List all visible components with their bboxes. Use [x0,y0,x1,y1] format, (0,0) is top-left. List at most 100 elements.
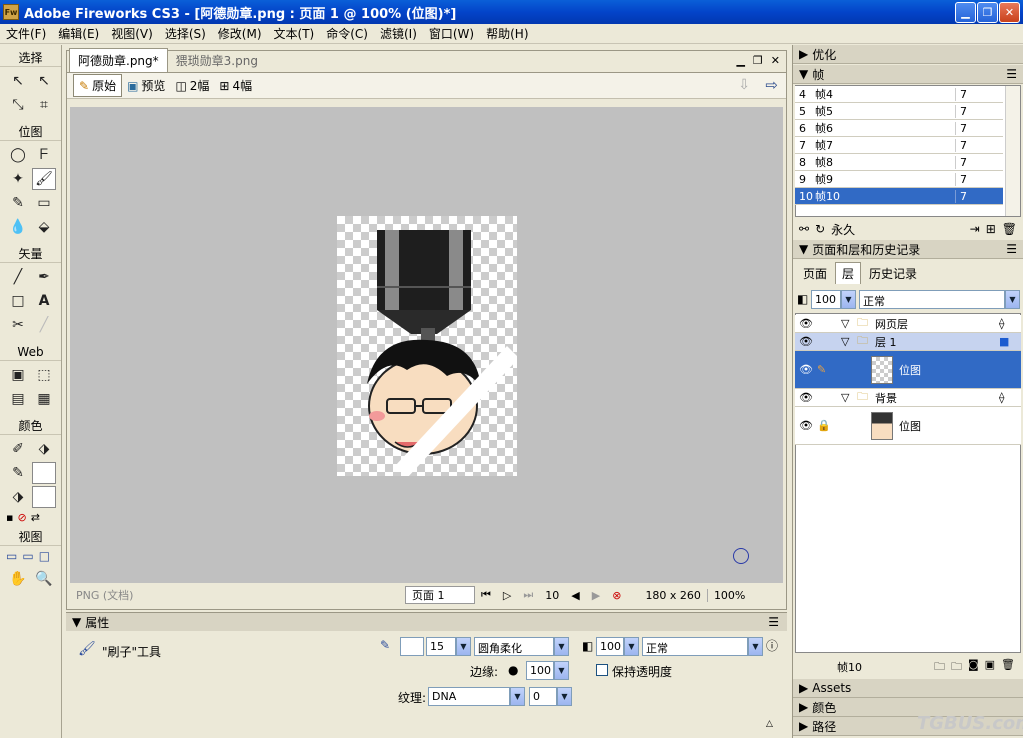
frame-row[interactable]: 9 帧9 7 [795,171,1003,188]
page-selector[interactable]: 页面 1 [405,586,475,604]
optimize-panel-header[interactable]: ▶ 优化 [793,45,1023,64]
blend-mode-dropdown-icon[interactable]: ▼ [748,637,763,656]
canvas-area[interactable] [70,107,783,583]
add-mask-icon[interactable]: ◙ [968,658,979,677]
scale-tool-icon[interactable]: ⤡ [6,94,30,116]
delete-frame-icon[interactable]: 🗑 [1002,222,1017,236]
eye-icon[interactable]: 👁 [795,317,817,330]
layer-blend-select[interactable]: 正常 [859,290,1005,309]
doc-restore-icon[interactable]: ❐ [753,54,763,67]
view-original-button[interactable]: ✎ 原始 [73,74,123,97]
slice-tool-icon[interactable]: ⬚ [32,364,56,386]
text-tool-icon[interactable]: A [32,290,56,312]
view-preview-button[interactable]: ▣ 预览 [122,75,170,96]
no-color-icon[interactable]: ⊘ [17,511,26,524]
next-frame-icon[interactable]: ▶ [586,589,606,602]
layer-row-background[interactable]: 👁 ▽ 🗀 背景 ⟠ [795,389,1021,407]
tab-history[interactable]: 历史记录 [863,263,923,284]
texture-amount-dropdown-icon[interactable]: ▼ [557,687,572,706]
frame-row[interactable]: 5 帧5 7 [795,103,1003,120]
stroke-type-select[interactable]: 圆角柔化 [474,637,554,656]
edge-dropdown-icon[interactable]: ▼ [554,661,569,680]
frame-row[interactable]: 4 帧4 7 [795,86,1003,103]
frame-row[interactable]: 8 帧8 7 [795,154,1003,171]
eye-icon[interactable]: 👁 [795,419,817,432]
freeform-tool-icon[interactable]: ╱ [32,314,56,336]
swap-colors-icon[interactable]: ⇄ [31,511,40,524]
stroke-size-input[interactable]: 15 [426,637,456,656]
stroke-size-dropdown-icon[interactable]: ▼ [456,637,471,656]
frame-row[interactable]: 6 帧6 7 [795,120,1003,137]
fill-color-swatch[interactable] [32,486,56,508]
help-icon[interactable]: ⓘ [766,637,778,654]
tab-layers[interactable]: 层 [835,262,862,284]
layer-opacity-input[interactable]: 100 [811,290,841,309]
loop-setting[interactable]: 永久 [831,221,855,238]
stop-icon[interactable]: ⊗ [606,589,627,602]
properties-header[interactable]: ▼ 属性 ☰ [66,613,787,631]
view-2up-button[interactable]: ◫ 2幅 [170,75,214,96]
menu-window[interactable]: 窗口(W) [423,25,480,42]
layers-menu-icon[interactable]: ☰ [1006,242,1017,256]
menu-commands[interactable]: 命令(C) [320,25,374,42]
edge-value-input[interactable]: 100 [526,661,554,680]
doc-tab-active[interactable]: 阿德勋章.png* [69,48,168,72]
maximized-screen-mode-icon[interactable]: ▭ [22,549,33,563]
distribute-frames-icon[interactable]: ⇥ [970,222,980,236]
magic-wand-tool-icon[interactable]: ✦ [6,168,30,190]
lasso-tool-icon[interactable]: ᖴ [32,144,56,166]
layer-row-web-layer[interactable]: 👁 ▽ 🗀 网页层 ⟠ [795,315,1021,333]
blend-mode-select[interactable]: 正常 [642,637,748,656]
view-4up-button[interactable]: ⊞ 4幅 [214,75,257,96]
expand-triangle-icon[interactable]: ▽ [841,317,857,330]
default-colors-icon[interactable]: ▪ [6,511,13,524]
delete-layer-icon[interactable]: 🗑 [1001,658,1015,677]
new-layer-icon[interactable]: 🗀 [951,658,962,677]
frames-panel-header[interactable]: ▼ 帧 ☰ [793,65,1023,84]
layer-blend-dropdown-icon[interactable]: ▼ [1005,290,1020,309]
new-bitmap-icon[interactable]: ▣ [985,658,995,677]
export-icon[interactable]: ⇨ [765,76,778,94]
zoom-tool-icon[interactable]: 🔍 [32,568,56,590]
quick-export-icon[interactable]: ⇩ [738,77,750,93]
restore-button[interactable]: ❐ [977,2,998,23]
doc-tab-inactive[interactable]: 猥琐勋章3.png [168,49,266,72]
rectangle-tool-icon[interactable]: □ [6,290,30,312]
show-slices-icon[interactable]: ▦ [32,388,56,410]
layer-row-background-bitmap[interactable]: 👁 🔒 位图 [795,407,1021,445]
layer-opacity-dropdown-icon[interactable]: ▼ [841,290,856,309]
texture-dropdown-icon[interactable]: ▼ [510,687,525,706]
stroke-type-dropdown-icon[interactable]: ▼ [554,637,569,656]
texture-select[interactable]: DNA [428,687,510,706]
expand-triangle-icon[interactable]: ▽ [841,391,857,404]
stroke-color-swatch[interactable] [32,462,56,484]
opacity-input[interactable]: 100 [596,637,624,656]
lock-icon[interactable]: 🔒 [817,419,839,432]
document-canvas[interactable] [337,216,519,478]
share-layer-icon[interactable]: ⟠ [999,391,1021,404]
eye-icon[interactable]: 👁 [795,363,817,376]
loop-icon[interactable]: ↻ [815,222,825,236]
layer-row-bitmap-selected[interactable]: 👁 ✎ 位图 [795,351,1021,389]
stroke-color-icon[interactable]: ✎ [6,462,30,484]
preserve-transparency-checkbox[interactable] [596,664,608,676]
pencil-tool-icon[interactable]: ✎ [6,192,30,214]
knife-tool-icon[interactable]: ✂ [6,314,30,336]
play-icon[interactable]: ▷ [497,589,517,602]
menu-view[interactable]: 视图(V) [105,25,159,42]
new-frame-icon[interactable]: ⊞ [986,222,996,236]
frame-row[interactable]: 7 帧7 7 [795,137,1003,154]
assets-panel-header[interactable]: ▶ Assets [793,679,1023,698]
last-frame-icon[interactable]: ⏭ [517,588,539,602]
expand-triangle-icon[interactable]: ▽ [841,335,857,348]
frames-menu-icon[interactable]: ☰ [1006,67,1017,81]
opacity-dropdown-icon[interactable]: ▼ [624,637,639,656]
brush-tool-icon[interactable]: 🖌 [32,168,56,190]
menu-filters[interactable]: 滤镜(I) [374,25,423,42]
stroke-color-swatch[interactable] [400,637,424,656]
hotspot-tool-icon[interactable]: ▣ [6,364,30,386]
frames-scrollbar[interactable] [1005,86,1020,216]
share-layer-icon[interactable]: ⟠ [999,317,1021,330]
first-frame-icon[interactable]: ⏮ [475,588,497,602]
pages-layers-history-header[interactable]: ▼ 页面和层和历史记录 ☰ [793,240,1023,259]
